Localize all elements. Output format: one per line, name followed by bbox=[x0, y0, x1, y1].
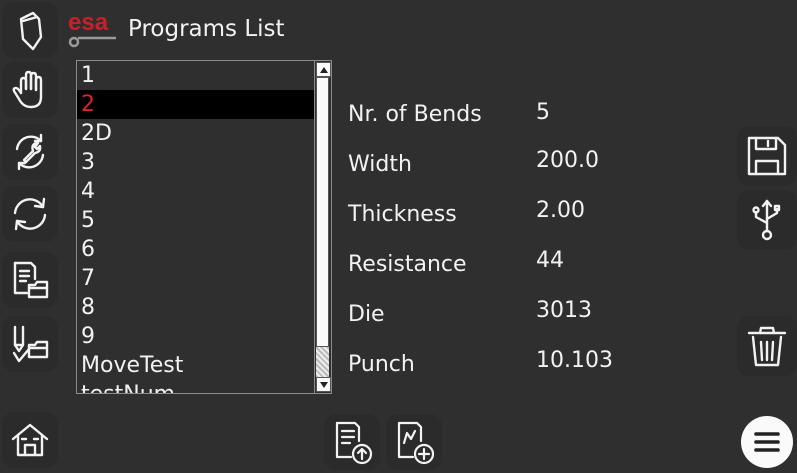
width-value: 200.0 bbox=[536, 148, 599, 173]
bends-value: 5 bbox=[536, 100, 550, 125]
program-upload-icon bbox=[335, 421, 373, 465]
menu-icon bbox=[754, 432, 780, 452]
delete-button[interactable] bbox=[737, 316, 797, 376]
list-item[interactable]: 5 bbox=[77, 206, 315, 235]
bend-folder-icon bbox=[12, 325, 49, 363]
trash-icon bbox=[747, 326, 787, 367]
menu-button[interactable] bbox=[741, 416, 793, 468]
list-item[interactable]: 8 bbox=[77, 293, 315, 322]
list-item[interactable]: MoveTest bbox=[77, 351, 315, 380]
thickness-value: 2.00 bbox=[536, 198, 585, 223]
save-button[interactable] bbox=[737, 126, 797, 186]
scroll-thumb[interactable] bbox=[316, 77, 329, 347]
home-button[interactable] bbox=[2, 412, 58, 468]
resistance-label: Resistance bbox=[348, 252, 467, 277]
programs-button[interactable] bbox=[2, 252, 58, 308]
list-item[interactable]: testNum bbox=[77, 380, 315, 393]
programs-list-screen: esa Programs List 1 2 2D 3 4 5 6 7 8 9 M… bbox=[0, 0, 797, 473]
page-title: Programs List bbox=[128, 16, 285, 42]
punch-value: 10.103 bbox=[536, 348, 613, 373]
hand-icon bbox=[12, 70, 43, 109]
list-item[interactable]: 7 bbox=[77, 264, 315, 293]
list-item[interactable]: 6 bbox=[77, 235, 315, 264]
tool-cycle-icon bbox=[15, 133, 45, 171]
arrow-up-icon bbox=[319, 66, 328, 73]
arrow-down-icon bbox=[319, 381, 328, 388]
list-item[interactable]: 2D bbox=[77, 119, 315, 148]
home-icon bbox=[11, 423, 49, 457]
refresh-button[interactable] bbox=[2, 186, 58, 242]
new-program-icon bbox=[397, 421, 435, 465]
punch-label: Punch bbox=[348, 352, 415, 377]
edit-button[interactable] bbox=[2, 2, 58, 58]
thickness-label: Thickness bbox=[348, 202, 457, 227]
list-item[interactable]: 1 bbox=[77, 61, 315, 90]
upload-program-button[interactable] bbox=[324, 414, 380, 470]
esa-logo: esa bbox=[68, 9, 116, 48]
save-icon bbox=[747, 136, 787, 176]
width-label: Width bbox=[348, 152, 412, 177]
scroll-track[interactable] bbox=[316, 77, 330, 377]
bend-programs-button[interactable] bbox=[2, 316, 58, 372]
bends-label: Nr. of Bends bbox=[348, 102, 482, 127]
tool-setup-button[interactable] bbox=[2, 124, 58, 180]
die-value: 3013 bbox=[536, 298, 592, 323]
die-label: Die bbox=[348, 302, 385, 327]
new-program-button[interactable] bbox=[386, 414, 442, 470]
list-item-selected[interactable]: 2 bbox=[77, 90, 315, 119]
list-scrollbar[interactable] bbox=[314, 61, 331, 393]
programs-list: 1 2 2D 3 4 5 6 7 8 9 MoveTest testNum bbox=[77, 61, 315, 393]
manual-button[interactable] bbox=[2, 62, 58, 118]
usb-icon bbox=[752, 199, 781, 241]
left-toolbar bbox=[0, 0, 62, 473]
list-item[interactable]: 9 bbox=[77, 322, 315, 351]
scroll-up-button[interactable] bbox=[316, 62, 331, 77]
usb-button[interactable] bbox=[737, 190, 797, 250]
esa-logo-text: esa bbox=[68, 9, 109, 36]
list-item[interactable]: 4 bbox=[77, 177, 315, 206]
scroll-track-rest bbox=[316, 347, 329, 377]
scroll-down-button[interactable] bbox=[316, 377, 331, 392]
list-item[interactable]: 3 bbox=[77, 148, 315, 177]
pen-icon bbox=[19, 11, 43, 51]
programs-listbox[interactable]: 1 2 2D 3 4 5 6 7 8 9 MoveTest testNum bbox=[76, 60, 332, 394]
program-folder-icon bbox=[13, 261, 49, 299]
refresh-icon bbox=[13, 197, 47, 231]
resistance-value: 44 bbox=[536, 248, 564, 273]
